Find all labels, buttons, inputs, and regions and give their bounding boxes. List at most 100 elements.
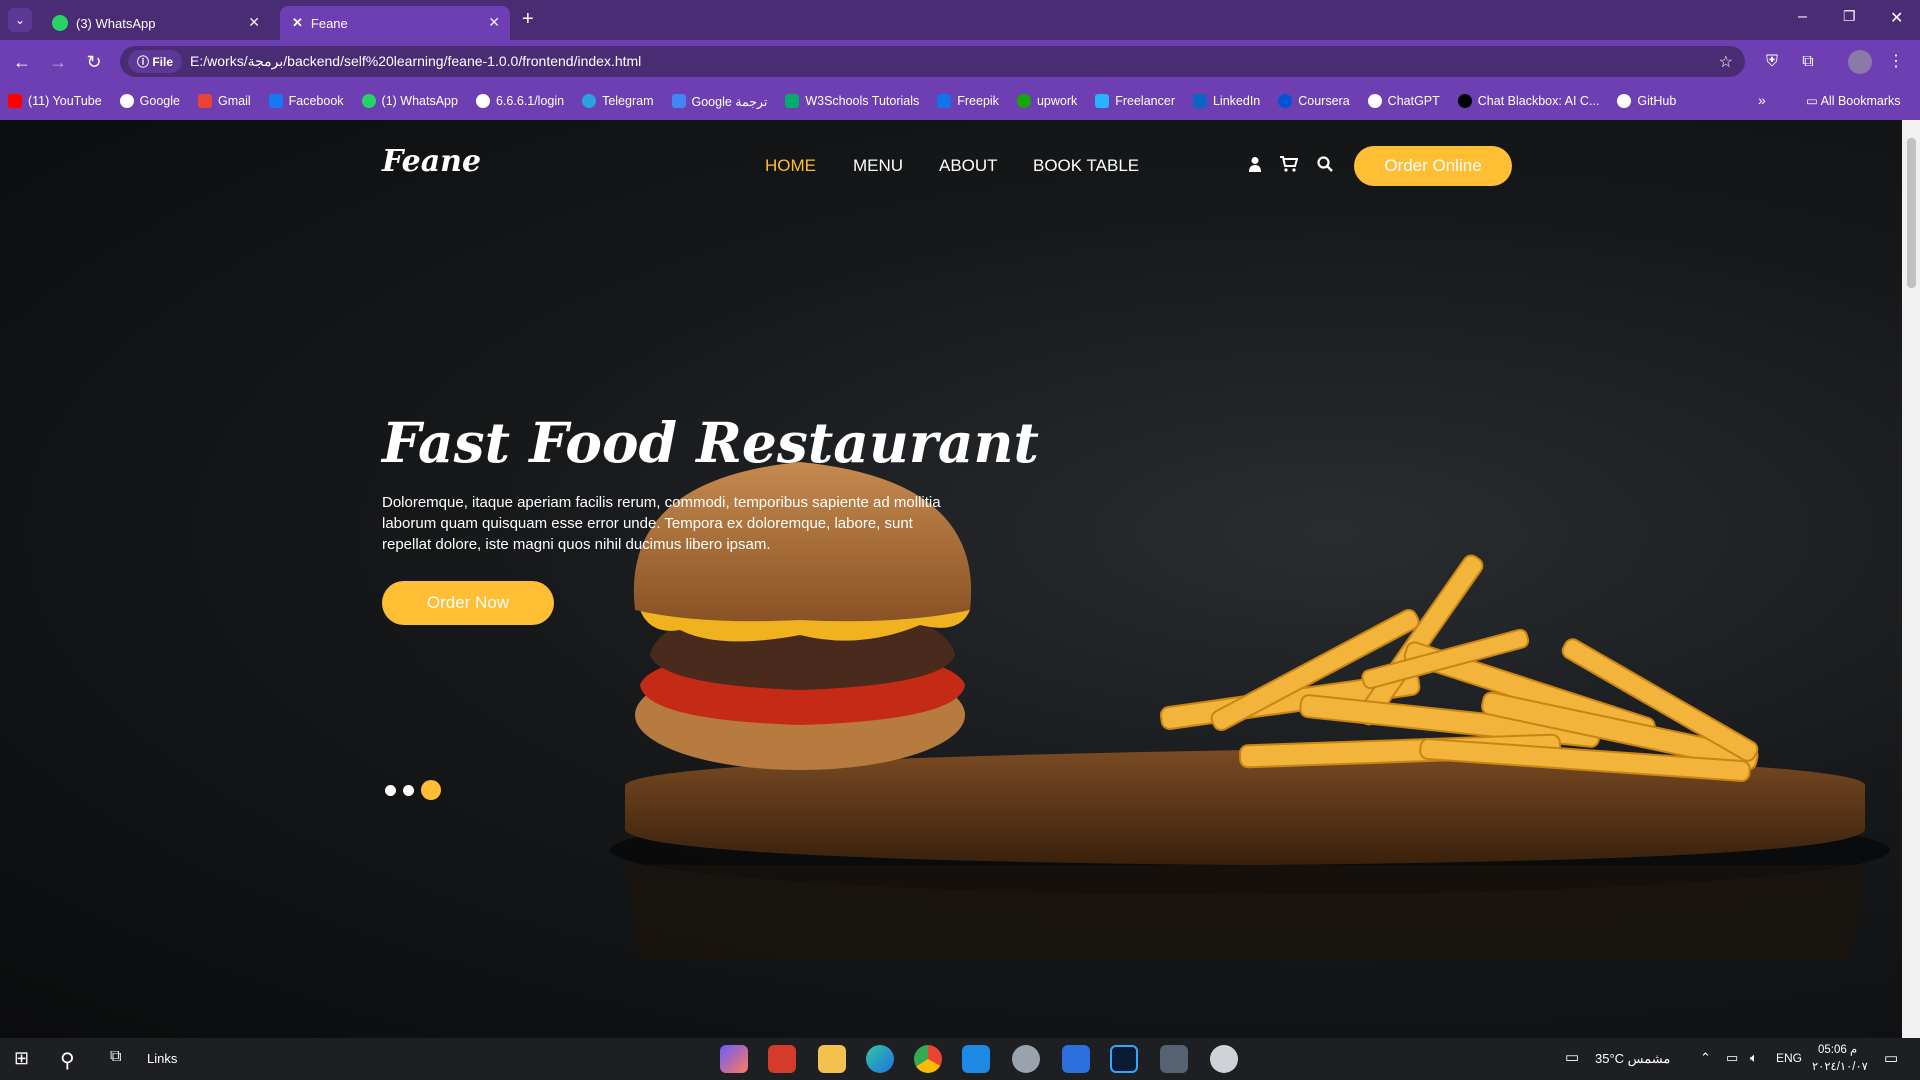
calculator-icon[interactable] (1160, 1045, 1188, 1073)
bookmarks-bar: (11) YouTube Google Gmail Facebook (1) W… (0, 82, 1920, 120)
extensions-icon[interactable]: ⧉ (1796, 50, 1820, 74)
tab-whatsapp[interactable]: (3) WhatsApp ✕ (40, 6, 270, 40)
app-cloud-icon[interactable] (1012, 1045, 1040, 1073)
bookmark-github[interactable]: GitHub (1617, 94, 1676, 108)
new-tab-button[interactable]: + (522, 8, 534, 31)
bookmarks-overflow-button[interactable]: » (1758, 92, 1766, 108)
tab-search-button[interactable]: ⌄ (8, 8, 32, 32)
all-bookmarks-label: All Bookmarks (1820, 94, 1901, 108)
photoshop-icon[interactable] (1110, 1045, 1138, 1073)
scrollbar-thumb[interactable] (1907, 138, 1916, 288)
facebook-icon (268, 94, 283, 108)
notification-icon[interactable]: ▭ (1884, 1049, 1898, 1067)
bookmark-facebook[interactable]: Facebook (268, 94, 344, 108)
carousel-indicator-active[interactable] (421, 780, 441, 800)
task-view-icon[interactable]: ⧉ (110, 1048, 121, 1066)
bookmark-label: Freepik (957, 94, 999, 108)
hero-title: Fast Food Restaurant (382, 410, 1039, 475)
bookmark-gmail[interactable]: Gmail (197, 94, 251, 108)
clock-date[interactable]: ٢٠٢٤/١٠/٠٧ (1812, 1059, 1868, 1073)
bookmark-label: upwork (1036, 94, 1078, 108)
bookmark-label: Facebook (288, 94, 344, 108)
search-icon[interactable]: ⚲ (60, 1048, 75, 1073)
close-icon[interactable]: ✕ (248, 14, 260, 31)
bookmark-blackbox[interactable]: Chat Blackbox: AI C... (1457, 94, 1600, 108)
tray-chevron-icon[interactable]: ⌃ (1700, 1050, 1711, 1066)
menu-icon[interactable]: ⋮ (1884, 50, 1908, 74)
whatsapp-icon (361, 94, 376, 108)
bookmark-translate[interactable]: Google ترجمة (671, 94, 767, 109)
carousel-indicator-2[interactable] (403, 785, 414, 796)
nav-menu[interactable]: MENU (853, 156, 903, 176)
chrome-icon[interactable] (914, 1045, 942, 1073)
bookmark-coursera[interactable]: Coursera (1278, 94, 1350, 108)
bookmark-label: 6.6.6.1/login (495, 94, 565, 108)
links-toolbar[interactable]: Links (147, 1051, 177, 1066)
carousel-indicator-1[interactable] (385, 785, 396, 796)
copilot-icon[interactable] (720, 1045, 748, 1073)
site-logo[interactable]: Feane (382, 144, 481, 179)
restore-button[interactable]: ❐ (1843, 8, 1856, 25)
bookmark-label: LinkedIn (1212, 94, 1261, 108)
bookmark-label: (11) YouTube (28, 94, 102, 108)
bookmark-label: W3Schools Tutorials (805, 94, 920, 108)
address-bar: ← → ↻ ⓘ File E:/works/برمجة/backend/self… (0, 40, 1920, 82)
page-scrollbar[interactable] (1902, 120, 1920, 1038)
nav-about[interactable]: ABOUT (939, 156, 998, 176)
order-now-button[interactable]: Order Now (382, 581, 554, 625)
bookmark-freelancer[interactable]: Freelancer (1095, 94, 1175, 108)
clock-time[interactable]: 05:06 م (1818, 1042, 1857, 1056)
hero-description: Doloremque, itaque aperiam facilis rerum… (382, 494, 941, 553)
forward-button[interactable]: → (46, 50, 70, 74)
vscode-icon[interactable] (962, 1045, 990, 1073)
close-window-button[interactable]: ✕ (1890, 8, 1903, 28)
all-bookmarks-button[interactable]: ▭ All Bookmarks (1806, 93, 1900, 108)
bookmark-youtube[interactable]: (11) YouTube (8, 94, 102, 108)
tab-label: Feane (310, 15, 348, 31)
avatar[interactable] (1848, 50, 1872, 74)
tab-label: (3) WhatsApp (76, 15, 156, 31)
file-chip[interactable]: ⓘ File (128, 50, 183, 73)
url-field[interactable]: ⓘ File E:/works/برمجة/backend/self%20lea… (120, 46, 1745, 77)
search-icon[interactable] (1317, 156, 1333, 177)
network-icon[interactable]: ▭ (1726, 1050, 1738, 1066)
bookmark-w3schools[interactable]: W3Schools Tutorials (785, 94, 919, 108)
nav-book-table[interactable]: BOOK TABLE (1033, 156, 1139, 176)
blackbox-icon (1457, 94, 1472, 108)
language-indicator[interactable]: ENG (1776, 1051, 1802, 1065)
freelancer-icon (1095, 94, 1110, 108)
user-icon[interactable] (1248, 156, 1262, 177)
youtube-icon (8, 94, 22, 108)
windows-start-icon[interactable]: ⊞ (14, 1048, 29, 1069)
bookmark-whatsapp[interactable]: (1) WhatsApp (361, 94, 458, 108)
bookmark-upwork[interactable]: upwork (1016, 94, 1078, 108)
app-red-icon[interactable] (768, 1045, 796, 1073)
back-button[interactable]: ← (10, 50, 34, 74)
page-viewport: Feane HOME MENU ABOUT BOOK TABLE Order O… (0, 120, 1902, 1038)
bookmark-telegram[interactable]: Telegram (582, 94, 654, 108)
tab-feane[interactable]: ✕ Feane ✕ (280, 6, 510, 40)
bookmark-label: Chat Blackbox: AI C... (1477, 94, 1600, 108)
shield-icon[interactable]: ⛨ (1760, 50, 1784, 74)
upwork-icon (1016, 94, 1031, 108)
bookmark-chatgpt[interactable]: ChatGPT (1367, 94, 1440, 108)
file-explorer-icon[interactable] (818, 1045, 846, 1073)
nav-home[interactable]: HOME (765, 156, 816, 176)
reload-button[interactable]: ↻ (82, 50, 106, 74)
coursera-icon (1278, 94, 1293, 108)
minimize-button[interactable]: – (1798, 8, 1807, 26)
order-online-button[interactable]: Order Online (1354, 146, 1512, 186)
bookmark-linkedin[interactable]: LinkedIn (1192, 94, 1261, 108)
weather-text[interactable]: 35°C مشمس (1595, 1051, 1670, 1067)
bookmark-google[interactable]: Google (119, 94, 180, 108)
close-icon[interactable]: ✕ (488, 14, 500, 31)
weather-icon: ▭ (1565, 1049, 1580, 1066)
todo-icon[interactable] (1062, 1045, 1090, 1073)
cart-icon[interactable] (1280, 156, 1299, 177)
volume-icon[interactable]: 🔈︎ (1750, 1050, 1758, 1066)
clock-app-icon[interactable] (1210, 1045, 1238, 1073)
bookmark-login[interactable]: 6.6.6.1/login (475, 94, 565, 108)
star-icon[interactable]: ☆ (1719, 52, 1733, 72)
edge-icon[interactable] (866, 1045, 894, 1073)
bookmark-freepik[interactable]: Freepik (937, 94, 999, 108)
